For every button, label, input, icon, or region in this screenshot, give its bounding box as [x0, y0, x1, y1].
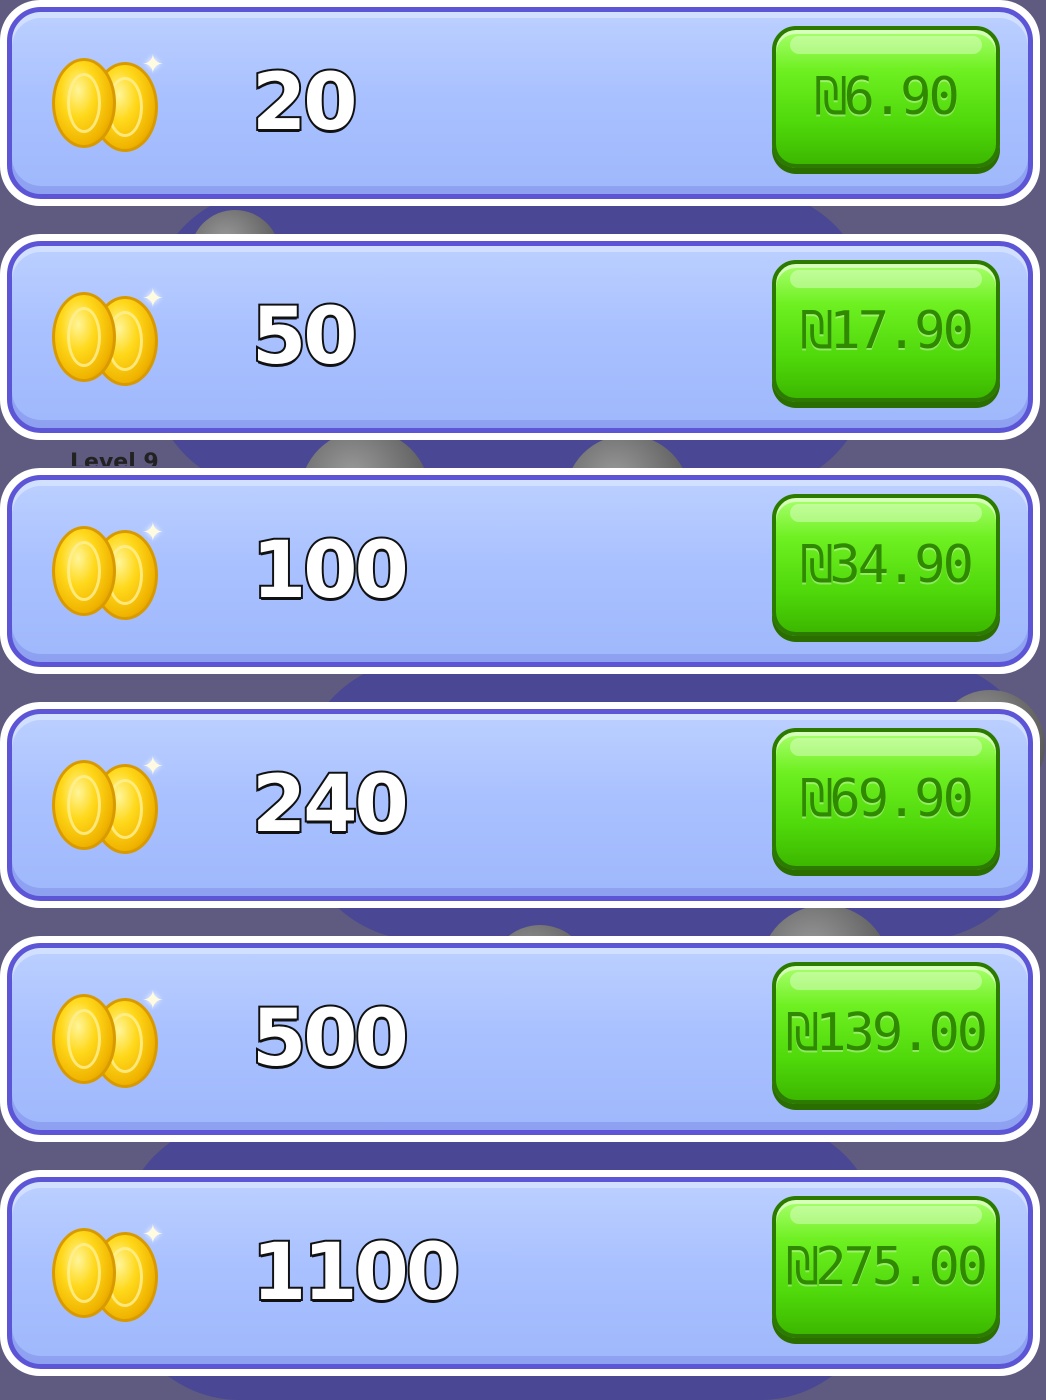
- buy-button[interactable]: ₪17.90: [772, 260, 1000, 402]
- buy-button[interactable]: ₪6.90: [772, 26, 1000, 168]
- coin-package-row: ✦ 500 ₪139.00: [0, 936, 1040, 1142]
- coin-stack-icon: ✦: [48, 518, 164, 624]
- coin-package-row: ✦ 240 ₪69.90: [0, 702, 1040, 908]
- coin-package-row: ✦ 1100 ₪275.00: [0, 1170, 1040, 1376]
- coin-amount: 240: [250, 758, 411, 852]
- coin-stack-icon: ✦: [48, 284, 164, 390]
- coin-package-panel: ✦ 100 ₪34.90: [7, 475, 1033, 667]
- buy-button[interactable]: ₪34.90: [772, 494, 1000, 636]
- coin-amount: 100: [250, 524, 411, 618]
- coin-amount: 20: [250, 56, 360, 150]
- coin-stack-icon: ✦: [48, 1220, 164, 1326]
- coin-icon: [52, 760, 116, 850]
- coin-package-panel: ✦ 1100 ₪275.00: [7, 1177, 1033, 1369]
- coin-amount: 500: [250, 992, 411, 1086]
- price-label: ₪275.00: [786, 1237, 988, 1297]
- coin-icon: [52, 292, 116, 382]
- coin-icon: [52, 1228, 116, 1318]
- buy-button[interactable]: ₪139.00: [772, 962, 1000, 1104]
- coin-package-row: ✦ 20 ₪6.90: [0, 0, 1040, 206]
- coin-icon: [52, 526, 116, 616]
- coin-package-panel: ✦ 50 ₪17.90: [7, 241, 1033, 433]
- coin-package-panel: ✦ 500 ₪139.00: [7, 943, 1033, 1135]
- price-label: ₪6.90: [815, 67, 960, 127]
- price-label: ₪34.90: [801, 535, 974, 595]
- coin-package-row: ✦ 100 ₪34.90: [0, 468, 1040, 674]
- background-level-label: Level 9: [70, 450, 159, 466]
- coin-package-panel: ✦ 240 ₪69.90: [7, 709, 1033, 901]
- sparkle-icon: ✦: [142, 50, 164, 80]
- sparkle-icon: ✦: [142, 986, 164, 1016]
- coin-amount: 50: [250, 290, 360, 384]
- price-label: ₪139.00: [786, 1003, 988, 1063]
- coin-stack-icon: ✦: [48, 752, 164, 858]
- coin-package-panel: ✦ 20 ₪6.90: [7, 7, 1033, 199]
- coin-icon: [52, 58, 116, 148]
- coin-icon: [52, 994, 116, 1084]
- price-label: ₪17.90: [801, 301, 974, 361]
- buy-button[interactable]: ₪275.00: [772, 1196, 1000, 1338]
- sparkle-icon: ✦: [142, 752, 164, 782]
- sparkle-icon: ✦: [142, 518, 164, 548]
- sparkle-icon: ✦: [142, 1220, 164, 1250]
- buy-button[interactable]: ₪69.90: [772, 728, 1000, 870]
- coin-amount: 1100: [250, 1226, 462, 1320]
- coin-package-row: ✦ 50 ₪17.90: [0, 234, 1040, 440]
- sparkle-icon: ✦: [142, 284, 164, 314]
- coin-stack-icon: ✦: [48, 986, 164, 1092]
- coin-stack-icon: ✦: [48, 50, 164, 156]
- price-label: ₪69.90: [801, 769, 974, 829]
